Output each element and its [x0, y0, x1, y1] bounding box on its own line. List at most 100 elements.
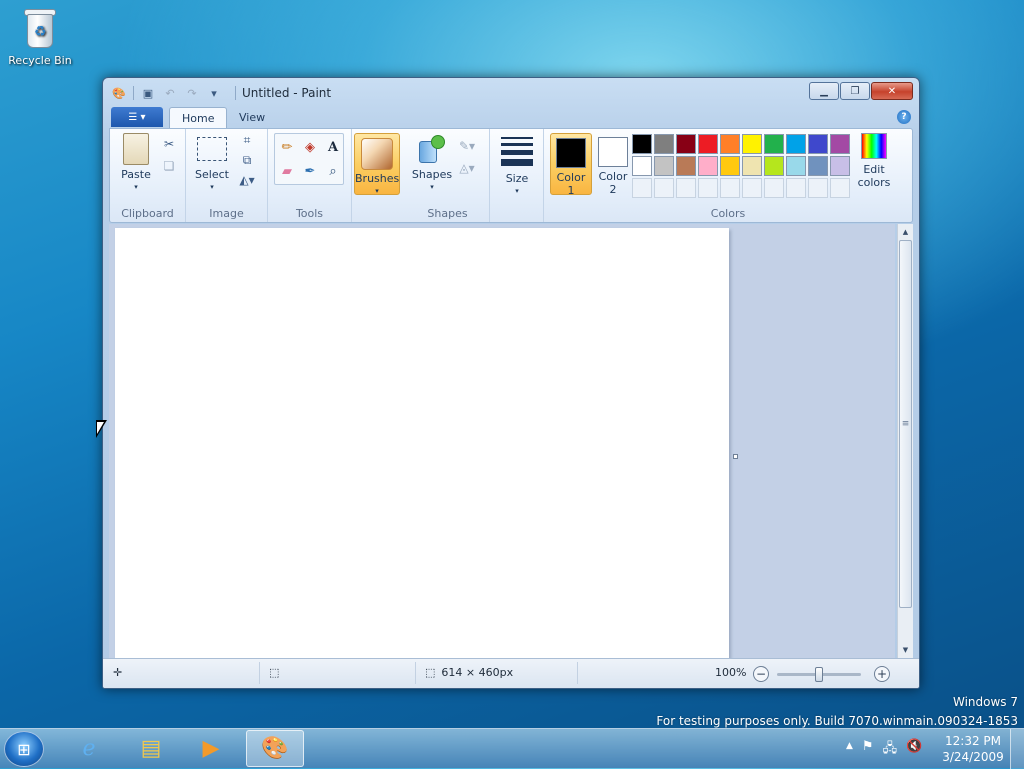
media-player-icon[interactable]: ▶ [182, 730, 240, 767]
tab-view[interactable]: View [227, 107, 277, 128]
palette-empty-swatch[interactable] [742, 178, 762, 198]
scroll-thumb[interactable]: ≡ [899, 240, 912, 608]
clipboard-group: Paste ▾ ✂ ❏ Clipboard [110, 129, 186, 222]
zoom-slider[interactable] [777, 667, 861, 682]
zoom-slider-knob[interactable] [815, 667, 823, 682]
system-tray: ▲ ⚑ 🖧 🔇 [846, 739, 922, 761]
edit-colors-label: Edit [863, 163, 885, 176]
image-group: Select ▾ ⌗ ⧉ ◭▾ Image [186, 129, 268, 222]
clock[interactable]: 12:32 PM 3/24/2009 [940, 733, 1006, 765]
canvas-workspace [109, 224, 895, 658]
paint-window: 🎨 ▣ ↶ ↷ ▾ Untitled - Paint ▁ ❐ ✕ ☰ ▾ Hom… [102, 77, 920, 689]
palette-empty-swatch[interactable] [698, 178, 718, 198]
volume-muted-icon[interactable]: 🔇 [906, 739, 922, 761]
palette-swatch[interactable] [720, 134, 740, 154]
shapes-button[interactable]: Shapes ▾ [410, 133, 454, 194]
colors-group-label: Colors [710, 207, 746, 220]
select-button[interactable]: Select ▾ [192, 133, 232, 194]
scroll-down-arrow[interactable]: ▼ [898, 642, 913, 658]
palette-swatch[interactable] [808, 134, 828, 154]
palette-swatch[interactable] [632, 134, 652, 154]
redo-icon[interactable]: ↷ [184, 85, 200, 101]
text-icon[interactable]: A [322, 136, 344, 158]
palette-empty-swatch[interactable] [764, 178, 784, 198]
cut-icon[interactable]: ✂ [158, 133, 180, 155]
palette-swatch[interactable] [698, 134, 718, 154]
scroll-up-arrow[interactable]: ▲ [898, 224, 913, 240]
palette-swatch[interactable] [698, 156, 718, 176]
palette-empty-swatch[interactable] [654, 178, 674, 198]
palette-empty-swatch[interactable] [808, 178, 828, 198]
palette-swatch[interactable] [764, 134, 784, 154]
palette-swatch[interactable] [808, 156, 828, 176]
save-icon[interactable]: ▣ [140, 85, 156, 101]
drawing-canvas[interactable] [115, 228, 729, 658]
palette-swatch[interactable] [632, 156, 652, 176]
resize-icon[interactable]: ⧉ [236, 149, 258, 171]
paint-menu-button[interactable]: ☰ ▾ [111, 107, 163, 127]
palette-empty-swatch[interactable] [830, 178, 850, 198]
vertical-scrollbar[interactable]: ▲ ≡ ▼ [897, 224, 913, 658]
palette-swatch[interactable] [654, 134, 674, 154]
paste-button[interactable]: Paste ▾ [116, 133, 156, 194]
action-center-flag-icon[interactable]: ⚑ [862, 739, 874, 761]
tab-home[interactable]: Home [169, 107, 228, 128]
copy-icon[interactable]: ❏ [158, 155, 180, 177]
color2-button[interactable]: Color 2 [592, 133, 634, 196]
undo-icon[interactable]: ↶ [162, 85, 178, 101]
palette-swatch[interactable] [786, 156, 806, 176]
paint-app-icon[interactable]: 🎨 [111, 85, 127, 101]
crop-icon[interactable]: ⌗ [236, 129, 258, 151]
resize-handle[interactable] [733, 454, 738, 459]
minimize-button[interactable]: ▁ [809, 82, 839, 100]
windows-explorer-icon[interactable]: ▤ [122, 730, 180, 767]
customize-qat-icon[interactable]: ▾ [206, 85, 222, 101]
internet-explorer-icon[interactable]: ℯ [60, 730, 118, 767]
pencil-icon[interactable]: ✏ [276, 136, 298, 158]
eraser-icon[interactable]: ▰ [276, 160, 298, 182]
title-bar[interactable]: 🎨 ▣ ↶ ↷ ▾ Untitled - Paint ▁ ❐ ✕ [103, 78, 919, 106]
palette-empty-swatch[interactable] [786, 178, 806, 198]
recycle-bin-icon[interactable]: ♻ Recycle Bin [6, 6, 74, 67]
watermark-line1: Windows 7 [952, 695, 1018, 709]
palette-swatch[interactable] [830, 134, 850, 154]
palette-empty-swatch[interactable] [676, 178, 696, 198]
outline-icon[interactable]: ✎▾ [456, 135, 478, 157]
rotate-icon[interactable]: ◭▾ [236, 169, 258, 191]
size-group: Size ▾ [490, 129, 544, 222]
palette-swatch[interactable] [786, 134, 806, 154]
zoom-in-button[interactable]: + [874, 666, 890, 682]
start-button[interactable]: ⊞ [4, 731, 44, 767]
color-picker-icon[interactable]: ✒ [299, 160, 321, 182]
palette-swatch[interactable] [830, 156, 850, 176]
help-icon[interactable]: ? [897, 110, 911, 124]
palette-swatch[interactable] [676, 134, 696, 154]
brushes-button[interactable]: Brushes ▾ [354, 133, 400, 195]
color1-swatch [556, 138, 586, 168]
edit-colors-button[interactable]: Edit colors [852, 133, 896, 189]
show-desktop-button[interactable] [1010, 729, 1024, 769]
zoom-out-button[interactable]: − [753, 666, 769, 682]
palette-swatch[interactable] [742, 156, 762, 176]
image-dimensions: 614 × 460px [441, 666, 514, 679]
paint-taskbar-icon[interactable]: 🎨 [246, 730, 304, 767]
palette-swatch[interactable] [676, 156, 696, 176]
palette-empty-swatch[interactable] [632, 178, 652, 198]
color1-num: 1 [567, 184, 575, 197]
magnifier-icon[interactable]: ⌕ [322, 160, 344, 182]
fill-icon[interactable]: ◬▾ [456, 157, 478, 179]
palette-empty-swatch[interactable] [720, 178, 740, 198]
quick-access-toolbar: 🎨 ▣ ↶ ↷ ▾ [111, 85, 222, 101]
palette-swatch[interactable] [742, 134, 762, 154]
color1-label: Color [556, 171, 586, 184]
network-icon[interactable]: 🖧 [883, 739, 898, 761]
palette-swatch[interactable] [654, 156, 674, 176]
close-button[interactable]: ✕ [871, 82, 913, 100]
palette-swatch[interactable] [764, 156, 784, 176]
maximize-button[interactable]: ❐ [840, 82, 870, 100]
color1-button[interactable]: Color 1 [550, 133, 592, 197]
show-hidden-icons-icon[interactable]: ▲ [846, 741, 853, 761]
size-button[interactable]: Size ▾ [492, 133, 542, 198]
palette-swatch[interactable] [720, 156, 740, 176]
fill-bucket-icon[interactable]: ◈ [299, 136, 321, 158]
